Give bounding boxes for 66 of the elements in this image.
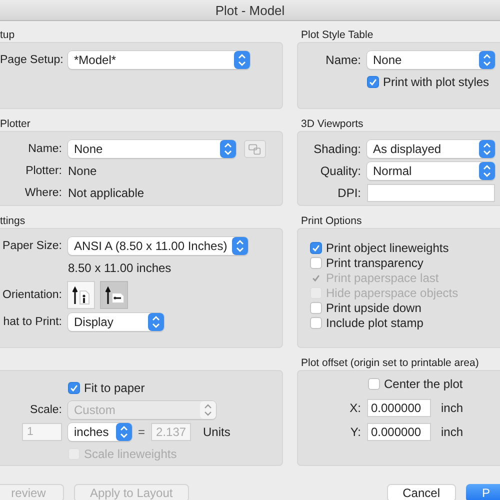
field-label: Plotter: [24, 165, 62, 177]
plot-style-dropdown[interactable]: None [367, 51, 495, 69]
field-label: Where: [24, 187, 62, 199]
equals-sign: = [138, 425, 146, 439]
stepper-icon [234, 51, 250, 69]
stepper-icon [479, 162, 495, 180]
stepper-icon [479, 140, 495, 158]
field-label: Shading: [312, 142, 361, 156]
paper-dimensions: 8.50 x 11.00 inches [68, 261, 172, 275]
unit-label: inch [441, 425, 464, 439]
field-label: Name: [27, 143, 62, 155]
field-label: DPI: [336, 186, 361, 200]
checkmark-icon [368, 77, 378, 87]
checkbox[interactable]: Print with plot styles [367, 75, 490, 89]
field-label: Name: [324, 53, 361, 67]
field-label: Y: [349, 425, 361, 439]
section-heading: Plot offset (origin set to printable area) [301, 357, 480, 370]
checkbox[interactable]: Include plot stamp [310, 316, 424, 330]
field-label: Quality: [319, 164, 361, 178]
stepper-icon [220, 140, 236, 158]
unit-dropdown[interactable]: inches [68, 423, 132, 441]
dropdown[interactable]: As displayed [367, 140, 495, 158]
section-heading: Print Options [301, 215, 363, 228]
stepper-icon [200, 401, 216, 419]
plotter-dropdown[interactable]: None [68, 140, 236, 158]
field-value: Not applicable [68, 186, 144, 200]
paper-size-dropdown[interactable]: ANSI A (8.50 x 11.00 Inches) [68, 237, 248, 255]
field-label: Scale: [29, 404, 62, 416]
checkbox[interactable]: Print upside down [310, 301, 422, 315]
offset-input-field[interactable]: 0.000000 [367, 399, 431, 417]
field-label: X: [348, 401, 361, 415]
printer-icon [248, 143, 262, 155]
stepper-icon [479, 51, 495, 69]
section-heading: 3D Viewports [301, 118, 364, 131]
section-heading: tup [0, 29, 16, 42]
field-label: hat to Print: [2, 316, 62, 328]
landscape-button[interactable] [100, 281, 128, 309]
stepper-icon [148, 313, 164, 331]
checkbox[interactable]: Print object lineweights [310, 241, 449, 255]
offset-input-field[interactable]: 0.000000 [367, 423, 431, 441]
checkmark-icon [311, 243, 321, 253]
section-heading: ttings [0, 215, 26, 228]
stepper-icon [116, 423, 132, 441]
units-label: Units [203, 425, 230, 439]
portrait-button[interactable] [67, 281, 95, 309]
checkbox[interactable]: Center the plot [368, 377, 463, 391]
cancel-button[interactable]: Cancel [386, 484, 456, 500]
checkbox[interactable]: Print transparency [310, 256, 424, 270]
dropdown[interactable]: Normal [367, 162, 495, 180]
checkmark-icon [311, 273, 321, 283]
landscape-icon [103, 284, 125, 306]
unit-label: inch [441, 401, 464, 415]
window-title: Plot - Model [215, 2, 285, 18]
field-label: Orientation: [2, 289, 62, 301]
field-label: Page Setup: [0, 54, 62, 66]
section-heading: Plot Style Table [301, 29, 374, 42]
field-label: Paper Size: [2, 240, 62, 252]
page-setup-dropdown[interactable]: *Model* [68, 51, 250, 69]
portrait-icon [70, 284, 92, 306]
checkbox[interactable]: Fit to paper [68, 381, 145, 395]
stepper-icon [232, 237, 248, 255]
what-to-print-dropdown[interactable]: Display [68, 313, 164, 331]
section-heading: Plotter [0, 118, 32, 131]
checkmark-icon [69, 383, 79, 393]
field-value: None [68, 164, 97, 178]
dpi-input-field[interactable] [367, 184, 495, 202]
